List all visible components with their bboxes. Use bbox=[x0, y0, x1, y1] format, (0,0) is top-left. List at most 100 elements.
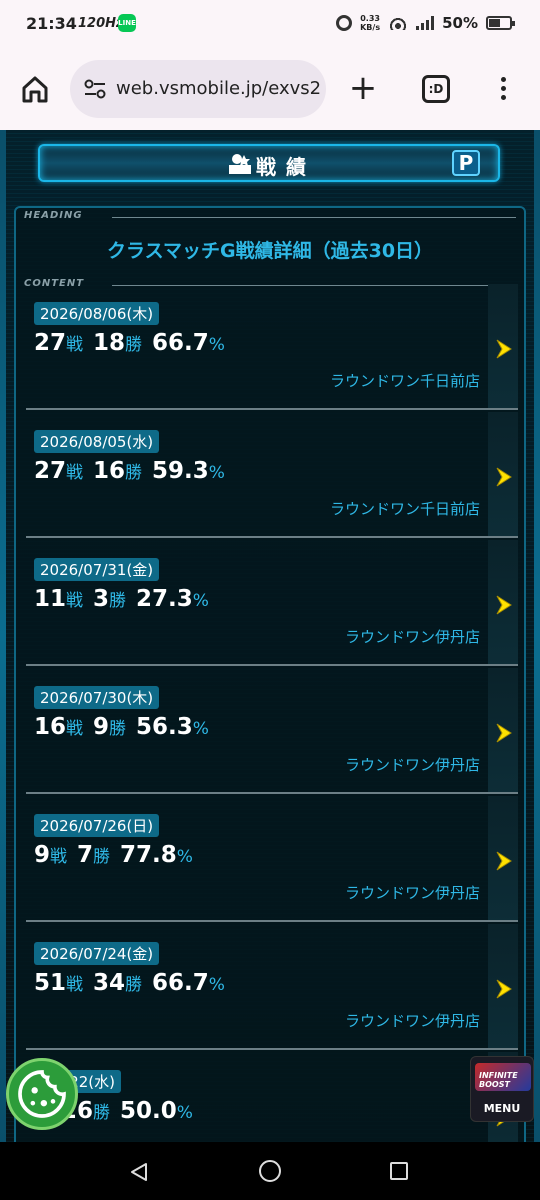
rate-unit: % bbox=[176, 1103, 193, 1123]
rate-unit: % bbox=[208, 463, 225, 483]
record-divider bbox=[26, 920, 518, 922]
record-date: 2026/07/24(金) bbox=[34, 942, 160, 965]
record-stats: 27戦 18勝 66.7% bbox=[34, 330, 235, 356]
system-navigation-bar bbox=[0, 1142, 540, 1200]
win-rate: 66.7 bbox=[152, 330, 209, 356]
battles-count: 11 bbox=[34, 586, 67, 612]
battles-unit: 戦 bbox=[50, 847, 68, 867]
record-stats: 51戦 34勝 66.7% bbox=[34, 970, 235, 996]
record-row[interactable]: 2026/07/31(金) 11戦 3勝 27.3% ラウンドワン伊丹店 bbox=[26, 540, 518, 666]
status-time: 21:34 bbox=[26, 14, 77, 33]
record-arrow-strip bbox=[488, 796, 518, 922]
chevron-right-icon[interactable] bbox=[494, 722, 514, 744]
record-divider bbox=[26, 664, 518, 666]
section-heading: クラスマッチG戦績詳細（過去30日） bbox=[106, 240, 434, 262]
rate-unit: % bbox=[176, 847, 193, 867]
record-row[interactable]: 2026/07/24(金) 51戦 34勝 66.7% ラウンドワン伊丹店 bbox=[26, 924, 518, 1050]
record-arrow-strip bbox=[488, 668, 518, 794]
rate-unit: % bbox=[208, 335, 225, 355]
tab-switcher-button[interactable]: :D bbox=[422, 75, 450, 103]
battles-unit: 戦 bbox=[66, 335, 84, 355]
title-bar: 戦績 P bbox=[38, 144, 500, 182]
record-divider bbox=[26, 536, 518, 538]
record-date: 2026/08/05(水) bbox=[34, 430, 160, 453]
record-row[interactable]: 2026/08/05(水) 27戦 16勝 59.3% ラウンドワン千日前店 bbox=[26, 412, 518, 538]
record-date: 2026/08/06(木) bbox=[34, 302, 160, 325]
wins-unit: 勝 bbox=[125, 975, 143, 995]
rate-unit: % bbox=[192, 591, 209, 611]
win-rate: 77.8 bbox=[120, 842, 177, 868]
address-bar[interactable]: web.vsmobile.jp/exvs2 bbox=[70, 60, 326, 118]
record-row[interactable]: /07/22(水) 戦26勝50.0% bbox=[26, 1052, 518, 1142]
wins-count: 3 bbox=[93, 586, 110, 612]
line-icon: LINE bbox=[118, 14, 136, 32]
p-button[interactable]: P bbox=[452, 150, 480, 176]
browser-toolbar: web.vsmobile.jp/exvs2 + :D bbox=[0, 50, 540, 130]
heading-tag: HEADING bbox=[24, 210, 83, 221]
wifi-icon bbox=[388, 16, 409, 30]
wins-count: 9 bbox=[93, 714, 110, 740]
wins-unit: 勝 bbox=[93, 847, 111, 867]
more-options-icon[interactable] bbox=[496, 74, 510, 104]
cookie-settings-button[interactable] bbox=[6, 1058, 78, 1130]
chevron-right-icon[interactable] bbox=[494, 978, 514, 1000]
menu-label: MENU bbox=[483, 1102, 521, 1115]
battles-count: 27 bbox=[34, 458, 67, 484]
battles-count: 9 bbox=[34, 842, 51, 868]
wins-count: 34 bbox=[93, 970, 126, 996]
menu-button[interactable]: INFINITE BOOST MENU bbox=[470, 1056, 534, 1122]
alarm-icon bbox=[336, 15, 353, 31]
record-date: 2026/07/26(日) bbox=[34, 814, 160, 837]
refresh-rate: 120Hz bbox=[78, 16, 124, 31]
left-glow-edge bbox=[0, 130, 6, 1142]
chevron-right-icon[interactable] bbox=[494, 850, 514, 872]
battles-count: 51 bbox=[34, 970, 67, 996]
record-divider bbox=[26, 792, 518, 794]
home-nav-icon[interactable] bbox=[259, 1160, 281, 1182]
record-arrow-strip bbox=[488, 924, 518, 1050]
record-row[interactable]: 2026/08/06(木) 27戦 18勝 66.7% ラウンドワン千日前店 bbox=[26, 284, 518, 410]
rate-unit: % bbox=[192, 719, 209, 739]
battles-count: 27 bbox=[34, 330, 67, 356]
wins-unit: 勝 bbox=[109, 591, 127, 611]
chevron-right-icon[interactable] bbox=[494, 338, 514, 360]
url-text: web.vsmobile.jp/exvs2 bbox=[116, 78, 322, 99]
record-divider bbox=[26, 408, 518, 410]
chevron-right-icon[interactable] bbox=[494, 594, 514, 616]
record-shop: ラウンドワン伊丹店 bbox=[344, 1012, 480, 1030]
wins-count: 18 bbox=[93, 330, 126, 356]
new-tab-button[interactable]: + bbox=[348, 71, 378, 105]
record-arrow-strip bbox=[488, 540, 518, 666]
record-shop: ラウンドワン伊丹店 bbox=[344, 756, 480, 774]
win-rate: 56.3 bbox=[136, 714, 193, 740]
record-shop: ラウンドワン千日前店 bbox=[329, 500, 480, 518]
record-row[interactable]: 2026/07/30(木) 16戦 9勝 56.3% ラウンドワン伊丹店 bbox=[26, 668, 518, 794]
record-shop: ラウンドワン伊丹店 bbox=[344, 884, 480, 902]
wins-count: 16 bbox=[93, 458, 126, 484]
game-logo: INFINITE BOOST bbox=[475, 1063, 531, 1091]
network-speed: 0.33 KB/s bbox=[360, 14, 381, 32]
page-content: 戦績 P HEADING クラスマッチG戦績詳細（過去30日） CONTENT … bbox=[0, 130, 540, 1142]
wins-unit: 勝 bbox=[125, 463, 143, 483]
record-stats: 9戦 7勝 77.8% bbox=[34, 842, 203, 868]
record-arrow-strip bbox=[488, 284, 518, 410]
chevron-right-icon[interactable] bbox=[494, 466, 514, 488]
record-stats: 16戦 9勝 56.3% bbox=[34, 714, 219, 740]
battles-unit: 戦 bbox=[66, 975, 84, 995]
heading-rule bbox=[112, 217, 516, 218]
battles-unit: 戦 bbox=[66, 719, 84, 739]
win-rate: 66.7 bbox=[152, 970, 209, 996]
signal-icon bbox=[416, 16, 435, 30]
recent-apps-icon[interactable] bbox=[390, 1162, 408, 1180]
record-row[interactable]: 2026/07/26(日) 9戦 7勝 77.8% ラウンドワン伊丹店 bbox=[26, 796, 518, 922]
back-icon[interactable] bbox=[130, 1162, 148, 1182]
home-icon[interactable] bbox=[20, 74, 50, 104]
wins-unit: 勝 bbox=[109, 719, 127, 739]
record-date: 2026/07/30(木) bbox=[34, 686, 160, 709]
site-settings-icon[interactable] bbox=[84, 79, 106, 99]
battles-unit: 戦 bbox=[66, 463, 84, 483]
wins-count: 7 bbox=[77, 842, 94, 868]
page-title: 戦績 bbox=[256, 155, 316, 179]
record-icon bbox=[229, 154, 251, 174]
battery-icon bbox=[486, 16, 515, 30]
